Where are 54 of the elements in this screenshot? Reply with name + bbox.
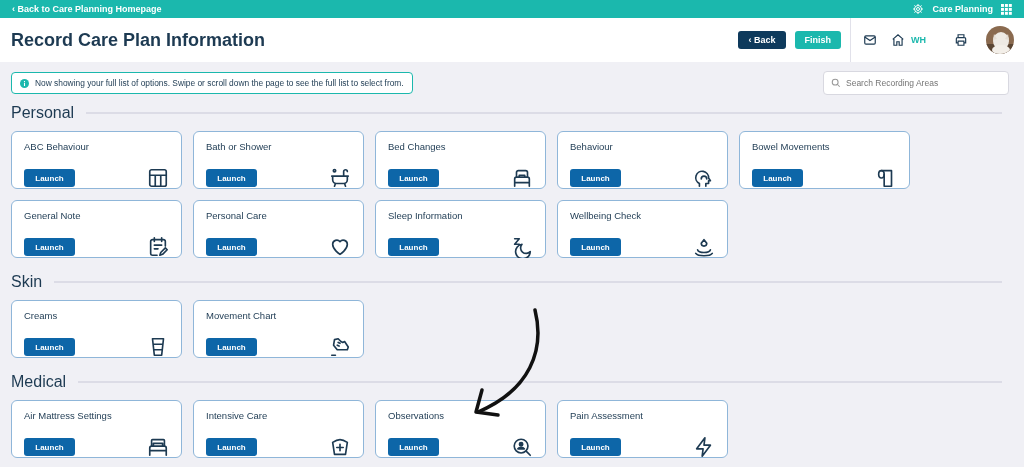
app-name: Care Planning (932, 4, 993, 14)
bed-icon (511, 167, 533, 189)
launch-button[interactable]: Launch (24, 338, 75, 356)
bed-icon (147, 436, 169, 458)
info-icon (20, 78, 29, 88)
card-title: Wellbeing Check (570, 210, 642, 222)
table-icon (147, 167, 169, 189)
launch-button[interactable]: Launch (570, 438, 621, 456)
launch-button[interactable]: Launch (206, 238, 257, 256)
home-icon[interactable] (891, 33, 905, 47)
launch-button[interactable]: Launch (388, 438, 439, 456)
water-drop-icon (693, 236, 715, 258)
launch-button[interactable]: Launch (24, 169, 75, 187)
launch-button[interactable]: Launch (570, 238, 621, 256)
page-title: Record Care Plan Information (11, 29, 267, 51)
card-title: Bed Changes (388, 141, 446, 153)
sleep-icon (511, 236, 533, 258)
card-title: General Note (24, 210, 81, 222)
launch-button[interactable]: Launch (24, 238, 75, 256)
section-heading: Medical (11, 373, 67, 391)
card-title: Behaviour (570, 141, 613, 153)
info-text: Now showing your full list of options. Swipe or scroll down the page to see the full list to select from. (35, 78, 404, 88)
section-heading: Skin (11, 273, 43, 291)
launch-button[interactable]: Launch (388, 169, 439, 187)
printer-icon[interactable] (954, 33, 968, 47)
back-button[interactable]: ‹ Back (738, 31, 786, 49)
card-title: Bath or Shower (206, 141, 272, 153)
launch-button[interactable]: Launch (24, 438, 75, 456)
bathtub-icon (329, 167, 351, 189)
home-label: WH (911, 35, 926, 45)
person-search-icon (511, 436, 533, 458)
search-icon (831, 78, 841, 88)
launch-button[interactable]: Launch (388, 238, 439, 256)
mail-icon[interactable] (863, 33, 877, 47)
card-title: Bowel Movements (752, 141, 830, 153)
section-heading: Personal (11, 104, 75, 122)
card-title: Movement Chart (206, 310, 277, 322)
card-title: Air Mattress Settings (24, 410, 112, 422)
card-title: Observations (388, 410, 444, 422)
card-title: Pain Assessment (570, 410, 643, 422)
card-title: Sleep Information (388, 210, 463, 222)
launch-button[interactable]: Launch (570, 169, 621, 187)
shield-plus-icon (329, 436, 351, 458)
search-field[interactable]: Search Recording Areas (823, 71, 1009, 95)
launch-button[interactable]: Launch (206, 438, 257, 456)
card-title: Intensive Care (206, 410, 268, 422)
launch-button[interactable]: Launch (206, 338, 257, 356)
card-title: ABC Behaviour (24, 141, 89, 153)
launch-button[interactable]: Launch (206, 169, 257, 187)
card-title: Personal Care (206, 210, 267, 222)
card-title: Creams (24, 310, 58, 322)
heart-icon (329, 236, 351, 258)
launch-button[interactable]: Launch (752, 169, 803, 187)
calendar-edit-icon (147, 236, 169, 258)
